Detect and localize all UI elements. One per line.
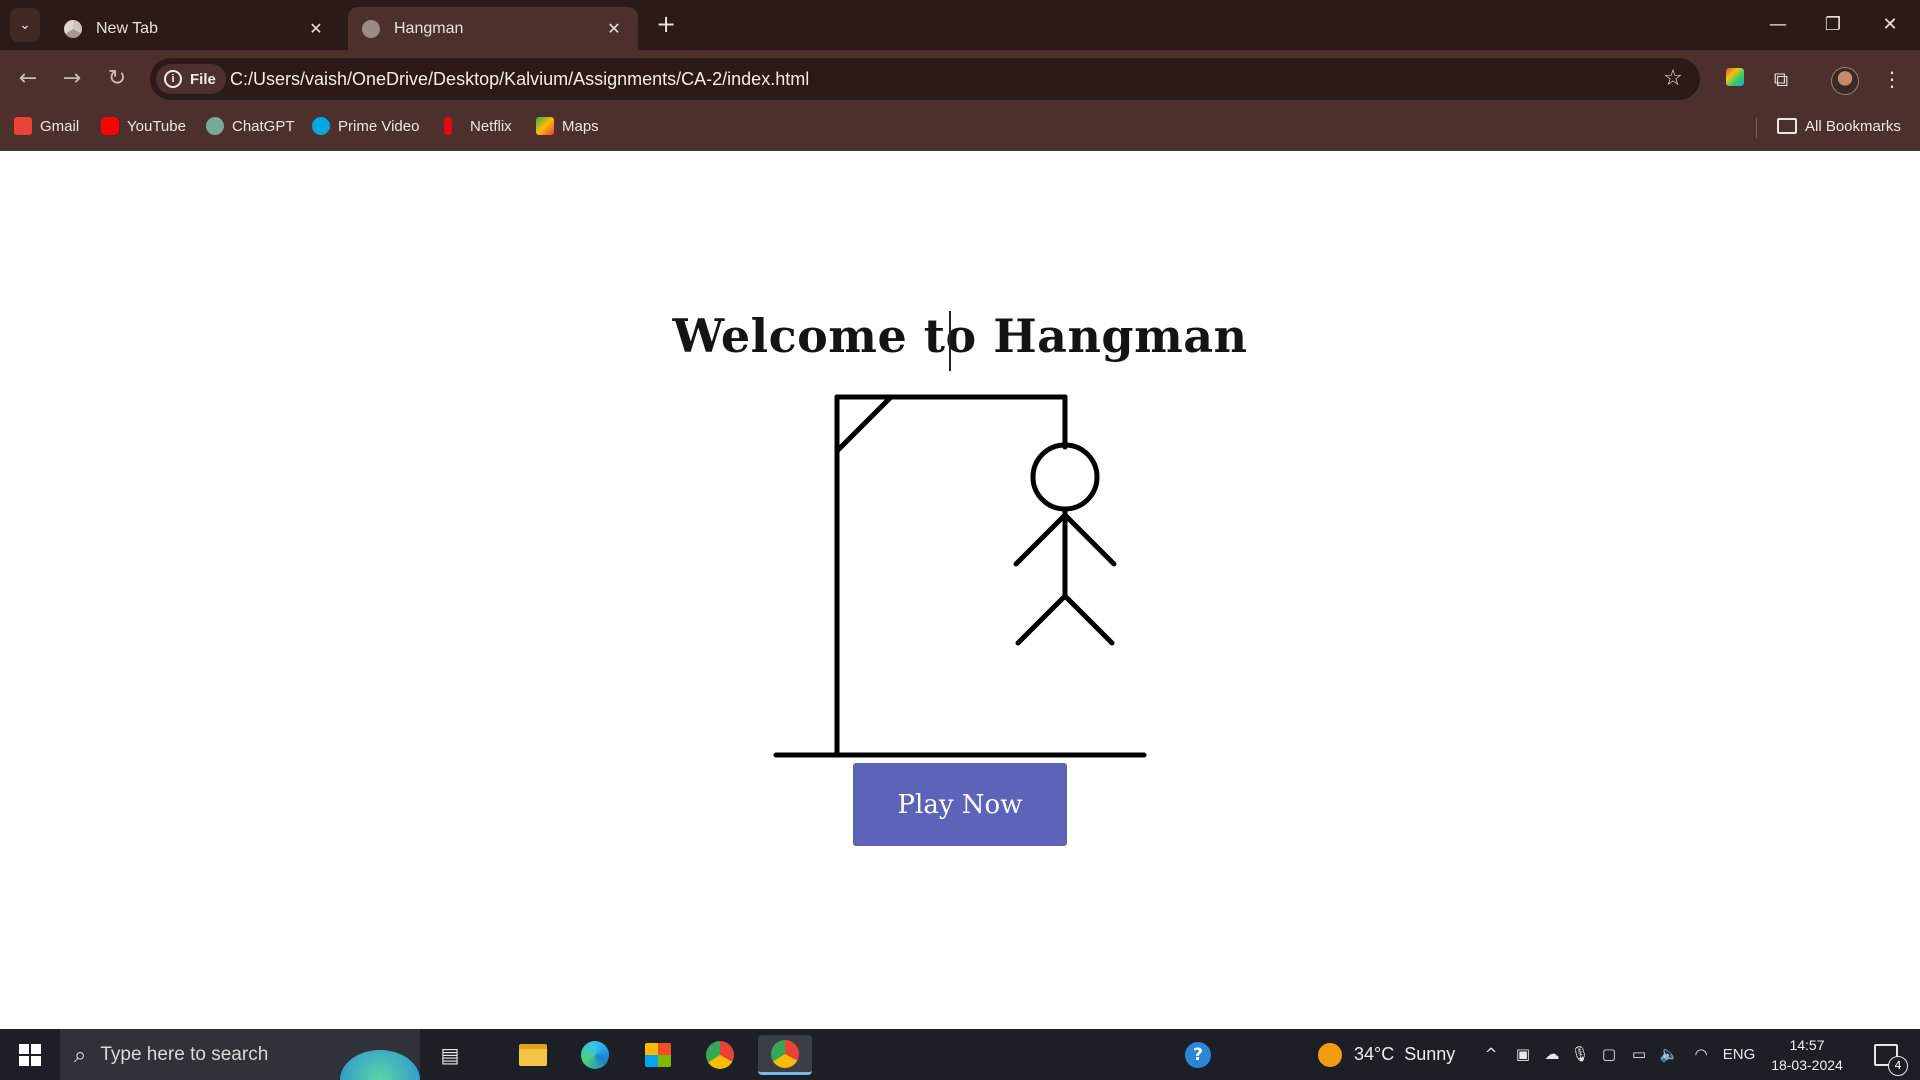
hangman-left-leg (1015, 593, 1068, 646)
meet-now-icon[interactable]: ▣ (1512, 1029, 1534, 1080)
hangman-right-arm (1062, 512, 1117, 567)
url-text[interactable]: C:/Users/vaish/OneDrive/Desktop/Kalvium/… (230, 58, 809, 100)
microphone-icon[interactable]: 🎙 (1570, 1029, 1590, 1080)
extensions-puzzle-icon[interactable]: ⧉ (1765, 63, 1797, 95)
bookmark-star-icon[interactable]: ☆ (1660, 66, 1686, 92)
address-bar[interactable]: i File C:/Users/vaish/OneDrive/Desktop/K… (150, 58, 1700, 100)
onedrive-cloud-icon[interactable]: ☁ (1540, 1029, 1564, 1080)
bookmarks-bar: Gmail YouTube ChatGPT Prime Video Netfli… (0, 108, 1920, 151)
sun-icon (1318, 1042, 1342, 1067)
bookmark-chatgpt[interactable]: ChatGPT (206, 108, 295, 144)
bookmark-label: Netflix (470, 117, 512, 135)
display-icon[interactable]: ▢ (1598, 1029, 1620, 1080)
hangman-left-arm (1013, 512, 1068, 567)
file-explorer-icon[interactable] (513, 1035, 553, 1075)
notification-center-icon[interactable]: 4 (1866, 1029, 1908, 1080)
system-clock[interactable]: 14:57 18-03-2024 (1762, 1035, 1852, 1075)
chevron-up-icon[interactable]: ^ (1480, 1029, 1502, 1080)
browser-toolbar: ← → ↻ i File C:/Users/vaish/OneDrive/Des… (0, 50, 1920, 108)
hangman-head (1030, 442, 1100, 512)
tab-title: Hangman (394, 19, 464, 37)
clock-date: 18-03-2024 (1771, 1057, 1843, 1073)
folder-icon (1777, 118, 1797, 134)
weather-text: 34°C Sunny (1354, 1044, 1456, 1064)
info-icon: i (164, 70, 182, 88)
clock-time: 14:57 (1789, 1037, 1825, 1053)
close-window-icon[interactable]: ✕ (1870, 8, 1910, 42)
close-tab-icon[interactable]: ✕ (306, 19, 326, 39)
wifi-icon[interactable]: ◠ (1690, 1029, 1712, 1080)
bookmark-gmail[interactable]: Gmail (14, 108, 79, 144)
site-info-label: File (190, 70, 216, 88)
language-indicator[interactable]: ENG (1722, 1029, 1756, 1080)
close-tab-icon[interactable]: ✕ (604, 19, 624, 39)
battery-icon[interactable]: ▭ (1628, 1029, 1650, 1080)
taskbar-search-box[interactable]: ⌕ Type here to search (60, 1029, 420, 1080)
bookmark-prime-video[interactable]: Prime Video (312, 108, 419, 144)
chrome-active-window-icon[interactable] (758, 1035, 812, 1075)
prime-video-icon (312, 117, 330, 135)
page-title: Welcome to Hangman (672, 309, 1248, 363)
bookmark-label: Maps (562, 117, 599, 135)
play-now-button[interactable]: Play Now (853, 763, 1067, 846)
tab-title: New Tab (96, 19, 158, 37)
weather-widget[interactable]: 34°C Sunny (1318, 1029, 1455, 1080)
netflix-icon (444, 117, 452, 135)
restore-icon[interactable]: ❐ (1813, 8, 1853, 42)
chevron-down-icon: ⌄ (19, 17, 31, 33)
gallows-brace (834, 394, 894, 454)
bookmark-label: YouTube (127, 117, 186, 135)
page-viewport: Welcome to Hangman Play Now (0, 151, 1920, 1029)
hangman-drawing (773, 394, 1147, 758)
chatgpt-icon (206, 117, 224, 135)
gmail-icon (14, 117, 32, 135)
avatar[interactable] (1829, 63, 1861, 95)
all-bookmarks-button[interactable]: All Bookmarks (1777, 108, 1901, 144)
site-info-chip[interactable]: i File (156, 64, 226, 94)
extension-colorful-icon[interactable] (1719, 63, 1751, 95)
tab-hangman[interactable]: Hangman ✕ (348, 7, 638, 50)
bookmark-maps[interactable]: Maps (536, 108, 599, 144)
hangman-right-leg (1062, 593, 1115, 646)
bookmark-netflix[interactable]: Netflix (444, 108, 512, 144)
search-icon: ⌕ (74, 1041, 87, 1067)
globe-icon (362, 19, 380, 38)
reload-icon[interactable]: ↻ (101, 63, 133, 95)
maps-icon (536, 117, 554, 135)
back-arrow-icon[interactable]: ← (12, 63, 44, 95)
chrome-taskbar-icon[interactable] (700, 1035, 740, 1075)
bookmark-label: ChatGPT (232, 117, 295, 135)
windows-start-button[interactable] (0, 1029, 60, 1080)
kebab-menu-icon[interactable]: ⋮ (1876, 63, 1908, 95)
search-highlight-icon (340, 1050, 420, 1080)
tab-new-tab[interactable]: New Tab ✕ (50, 7, 340, 50)
taskbar-search-placeholder: Type here to search (100, 1043, 269, 1065)
chrome-icon (64, 19, 82, 38)
bookmark-youtube[interactable]: YouTube (101, 108, 186, 144)
youtube-icon (101, 117, 119, 135)
text-cursor (949, 311, 951, 371)
bookmark-label: Prime Video (338, 117, 420, 135)
bookmark-label: Gmail (40, 117, 80, 135)
tab-search-button[interactable]: ⌄ (10, 8, 40, 42)
windows-logo-icon (19, 1043, 41, 1066)
new-tab-button[interactable]: + (652, 11, 680, 39)
help-icon[interactable]: ? (1178, 1035, 1218, 1075)
task-view-icon[interactable]: ▤ (430, 1035, 470, 1075)
edge-browser-icon[interactable] (575, 1035, 615, 1075)
minimize-icon[interactable]: — (1758, 8, 1798, 42)
all-bookmarks-label: All Bookmarks (1805, 117, 1901, 135)
taskbar: ⌕ Type here to search ▤ ? 34°C Sunny ^ ▣… (0, 1029, 1920, 1080)
volume-icon[interactable]: 🔈 (1658, 1029, 1680, 1080)
tab-strip: ⌄ New Tab ✕ Hangman ✕ + — ❐ ✕ (0, 0, 1920, 50)
microsoft-store-icon[interactable] (638, 1035, 678, 1075)
forward-arrow-icon[interactable]: → (56, 63, 88, 95)
bookmarks-divider (1756, 118, 1757, 138)
notification-badge: 4 (1888, 1055, 1908, 1076)
